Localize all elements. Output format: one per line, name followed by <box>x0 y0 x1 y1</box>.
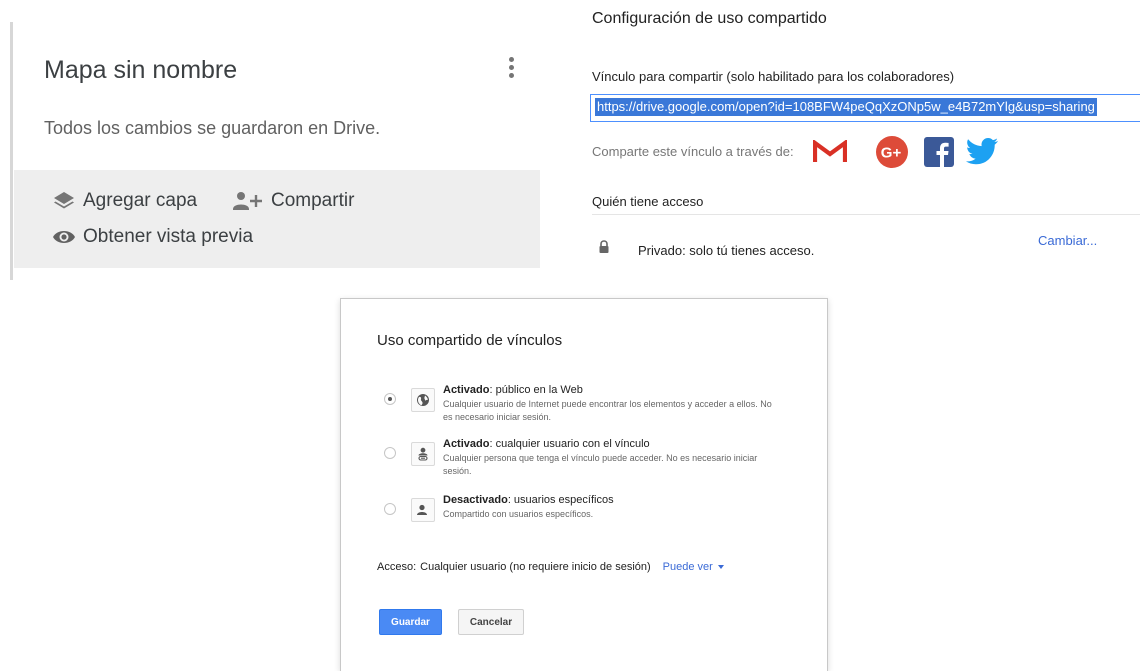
facebook-share-button[interactable] <box>921 134 957 170</box>
eye-icon <box>53 231 75 243</box>
option-link-description: Cualquier persona que tenga el vínculo p… <box>443 453 758 476</box>
map-actions-bar: Agregar capa Compartir Obtener vista pre… <box>14 170 540 268</box>
facebook-icon <box>924 137 954 167</box>
panel-edge-divider <box>10 22 13 280</box>
gmail-share-button[interactable] <box>812 134 848 170</box>
option-specific-state: Desactivado <box>443 494 508 506</box>
layers-icon <box>54 192 74 209</box>
radio-public-web[interactable] <box>384 393 396 405</box>
option-specific-description: Compartido con usuarios específicos. <box>443 509 594 519</box>
cancel-button[interactable]: Cancelar <box>458 609 524 635</box>
share-link-field[interactable]: https://drive.google.com/open?id=108BFW4… <box>590 94 1140 122</box>
person-link-icon <box>411 442 435 466</box>
caret-down-icon <box>717 565 724 570</box>
access-row: Acceso: Cualquier usuario (no requiere in… <box>377 561 724 573</box>
more-vert-icon[interactable] <box>500 50 522 84</box>
radio-anyone-with-link[interactable] <box>384 447 396 459</box>
google-plus-share-button[interactable]: G+ <box>874 134 910 170</box>
sharing-settings-title: Configuración de uso compartido <box>592 10 827 27</box>
sharing-settings-panel: Configuración de uso compartido Vínculo … <box>580 0 1140 290</box>
option-public-description: Cualquier usuario de Internet puede enco… <box>443 399 772 422</box>
option-public-state: Activado <box>443 384 490 396</box>
link-sharing-dialog: Uso compartido de vínculos Activado: púb… <box>340 298 828 671</box>
share-label: Compartir <box>271 190 355 211</box>
share-link-value: https://drive.google.com/open?id=108BFW4… <box>595 98 1097 116</box>
person-icon <box>411 498 435 522</box>
twitter-share-button[interactable] <box>964 134 1000 170</box>
option-link-label: : cualquier usuario con el vínculo <box>489 438 650 450</box>
share-link-label: Vínculo para compartir (solo habilitado … <box>592 69 955 84</box>
who-has-access-heading: Quién tiene acceso <box>592 194 704 209</box>
change-access-link[interactable]: Cambiar... <box>1038 233 1097 248</box>
map-title[interactable]: Mapa sin nombre <box>44 56 237 85</box>
dialog-title: Uso compartido de vínculos <box>377 332 563 349</box>
google-plus-icon: G+ <box>876 136 908 168</box>
share-via-label: Comparte este vínculo a través de: <box>592 144 794 159</box>
permission-dropdown[interactable]: Puede ver <box>663 561 724 573</box>
lock-icon <box>599 240 609 253</box>
map-info-panel: Mapa sin nombre Todos los cambios se gua… <box>0 0 540 282</box>
save-status-text: Todos los cambios se guardaron en Drive. <box>44 118 381 138</box>
preview-button[interactable]: Obtener vista previa <box>52 226 253 248</box>
add-person-icon <box>233 192 262 210</box>
private-access-text: Privado: solo tú tienes acceso. <box>638 243 815 258</box>
preview-label: Obtener vista previa <box>83 226 254 247</box>
permission-value: Puede ver <box>662 561 713 573</box>
save-button[interactable]: Guardar <box>379 609 442 635</box>
gmail-icon <box>813 140 847 162</box>
radio-specific-users[interactable] <box>384 503 396 515</box>
svg-text:G+: G+ <box>881 145 902 162</box>
share-button[interactable]: Compartir <box>232 190 354 212</box>
globe-icon <box>411 388 435 412</box>
twitter-icon <box>965 138 998 165</box>
access-label: Acceso: <box>377 561 417 573</box>
option-public-label: : público en la Web <box>489 384 583 396</box>
add-layer-button[interactable]: Agregar capa <box>52 190 197 212</box>
access-divider <box>592 214 1140 215</box>
option-specific-label: : usuarios específicos <box>507 494 614 506</box>
option-link-state: Activado <box>443 438 490 450</box>
access-value: Cualquier usuario (no requiere inicio de… <box>420 561 651 573</box>
add-layer-label: Agregar capa <box>83 190 198 211</box>
